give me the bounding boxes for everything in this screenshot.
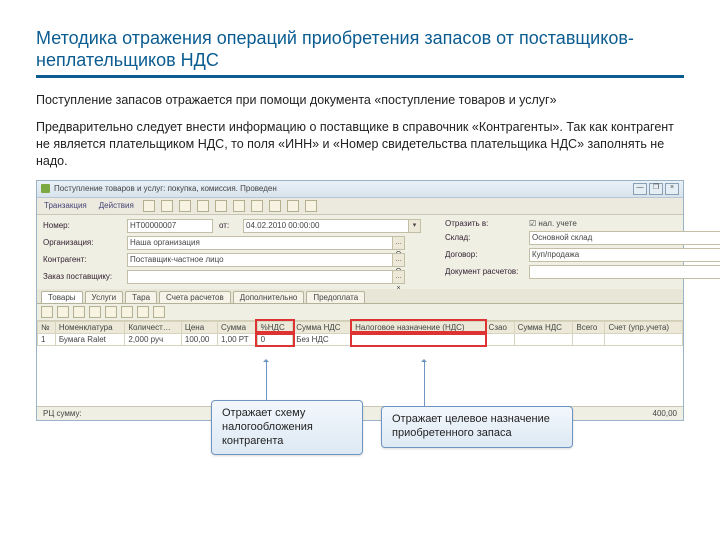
label-dogovor: Договор: (445, 250, 523, 259)
cell[interactable] (573, 333, 605, 345)
col-sum[interactable]: Сумма (217, 321, 257, 333)
cell[interactable]: 100,00 (181, 333, 217, 345)
toolbar-icon[interactable] (269, 200, 281, 212)
grid-up-icon[interactable] (105, 306, 117, 318)
app-icon (41, 184, 50, 193)
col-nomen[interactable]: Номенклатура (55, 321, 125, 333)
label-reflect: Отразить в: (445, 219, 523, 228)
grid-sort-icon[interactable] (137, 306, 149, 318)
cell[interactable] (485, 333, 514, 345)
grid-down-icon[interactable] (121, 306, 133, 318)
window-close-button[interactable]: × (665, 183, 679, 195)
toolbar-icon[interactable] (233, 200, 245, 212)
col-total[interactable]: Всего (573, 321, 605, 333)
paragraph-2: Предварительно следует внести информацию… (36, 119, 684, 170)
status-right: 400,00 (653, 409, 677, 418)
table-row[interactable]: 1 Бумага Ralet 2,000 руч 100,00 1,00 РТ … (38, 333, 683, 345)
dropdown-icon[interactable]: …Q (393, 236, 405, 250)
col-nds-sum[interactable]: Сумма НДС (293, 321, 352, 333)
field-number[interactable]: НТ00000007 (127, 219, 213, 233)
label-zakaz: Заказ поставщику: (43, 272, 121, 281)
cell[interactable]: Без НДС (293, 333, 352, 345)
field-dogovor[interactable]: Куп/продажа (529, 248, 720, 262)
label-contr: Контрагент: (43, 255, 121, 264)
field-contragent[interactable]: Поставщик-частное лицо (127, 253, 393, 267)
screenshot-window: Поступление товаров и услуг: покупка, ко… (36, 180, 684, 421)
label-document: Документ расчетов: (445, 267, 523, 276)
col-acct[interactable]: Счет (упр.учета) (605, 321, 683, 333)
field-date[interactable]: 04.02.2010 00:00:00 (243, 219, 409, 233)
label-date: от: (219, 221, 237, 230)
window-titlebar: Поступление товаров и услуг: покупка, ко… (37, 181, 683, 198)
grid-area: № Номенклатура Количест… Цена Сумма %НДС… (37, 304, 683, 406)
grid-add-icon[interactable] (41, 306, 53, 318)
slide-title: Методика отражения операций приобретения… (36, 28, 684, 71)
window-title: Поступление товаров и услуг: покупка, ко… (54, 184, 277, 193)
toolbar-transaction[interactable]: Транзакция (41, 200, 90, 211)
cell[interactable]: Бумага Ralet (55, 333, 125, 345)
toolbar-icon[interactable] (215, 200, 227, 212)
col-n[interactable]: № (38, 321, 56, 333)
form-area: Номер: НТ00000007 от: 04.02.2010 00:00:0… (37, 215, 683, 289)
toolbar-icon[interactable] (179, 200, 191, 212)
tab-uslugi[interactable]: Услуги (85, 291, 124, 303)
callout-right: Отражает целевое назначение приобретенно… (381, 406, 573, 448)
cell[interactable] (605, 333, 683, 345)
col-price[interactable]: Цена (181, 321, 217, 333)
cell-nalog[interactable] (352, 333, 485, 345)
window-min-button[interactable]: — (633, 183, 647, 195)
field-document[interactable] (529, 265, 720, 279)
toolbar-icon[interactable] (287, 200, 299, 212)
tab-strip: Товары Услуги Тара Счета расчетов Дополн… (37, 289, 683, 304)
col-qty[interactable]: Количест… (125, 321, 182, 333)
grid-toolbar (37, 304, 683, 321)
toolbar-icon[interactable] (161, 200, 173, 212)
grid-table: № Номенклатура Количест… Цена Сумма %НДС… (37, 321, 683, 346)
paragraph-1: Поступление запасов отражается при помощ… (36, 92, 684, 109)
tab-scheta[interactable]: Счета расчетов (159, 291, 231, 303)
toolbar-icon[interactable] (143, 200, 155, 212)
label-sklad: Склад: (445, 233, 523, 242)
callout-left: Отражает схему налогообложения контраген… (211, 400, 363, 455)
tab-tara[interactable]: Тара (125, 291, 157, 303)
date-picker-icon[interactable]: ▾ (409, 219, 421, 233)
dropdown-icon[interactable]: …Q (393, 253, 405, 267)
toolbar-icon[interactable] (305, 200, 317, 212)
tab-dop[interactable]: Дополнительно (233, 291, 305, 303)
grid-copy-icon[interactable] (89, 306, 101, 318)
field-sklad[interactable]: Основной склад (529, 231, 720, 245)
status-left: РЦ сумму: (43, 409, 82, 418)
tab-tovary[interactable]: Товары (41, 291, 83, 303)
grid-del-icon[interactable] (73, 306, 85, 318)
tab-predoplata[interactable]: Предоплата (306, 291, 365, 303)
field-zakaz[interactable] (127, 270, 393, 284)
checkbox-nal[interactable]: ☑ нал. учете (529, 219, 577, 228)
title-divider (36, 75, 684, 78)
col-szao[interactable]: Сзао (485, 321, 514, 333)
field-org[interactable]: Наша организация (127, 236, 393, 250)
cell-nds[interactable]: 0 (257, 333, 293, 345)
toolbar: Транзакция Действия (37, 198, 683, 215)
label-org: Организация: (43, 238, 121, 247)
cell[interactable] (514, 333, 573, 345)
window-max-button[interactable]: ❐ (649, 183, 663, 195)
cell[interactable]: 1,00 РТ (217, 333, 257, 345)
col-nds2[interactable]: Сумма НДС (514, 321, 573, 333)
grid-edit-icon[interactable] (57, 306, 69, 318)
label-number: Номер: (43, 221, 121, 230)
col-nalog-naznach[interactable]: Налоговое назначение (НДС) (352, 321, 485, 333)
cell[interactable]: 2,000 руч (125, 333, 182, 345)
toolbar-actions[interactable]: Действия (96, 200, 137, 211)
grid-misc-icon[interactable] (153, 306, 165, 318)
dropdown-icon[interactable]: …× (393, 270, 405, 284)
cell[interactable]: 1 (38, 333, 56, 345)
toolbar-icon[interactable] (197, 200, 209, 212)
col-nds-pct[interactable]: %НДС (257, 321, 293, 333)
toolbar-icon[interactable] (251, 200, 263, 212)
